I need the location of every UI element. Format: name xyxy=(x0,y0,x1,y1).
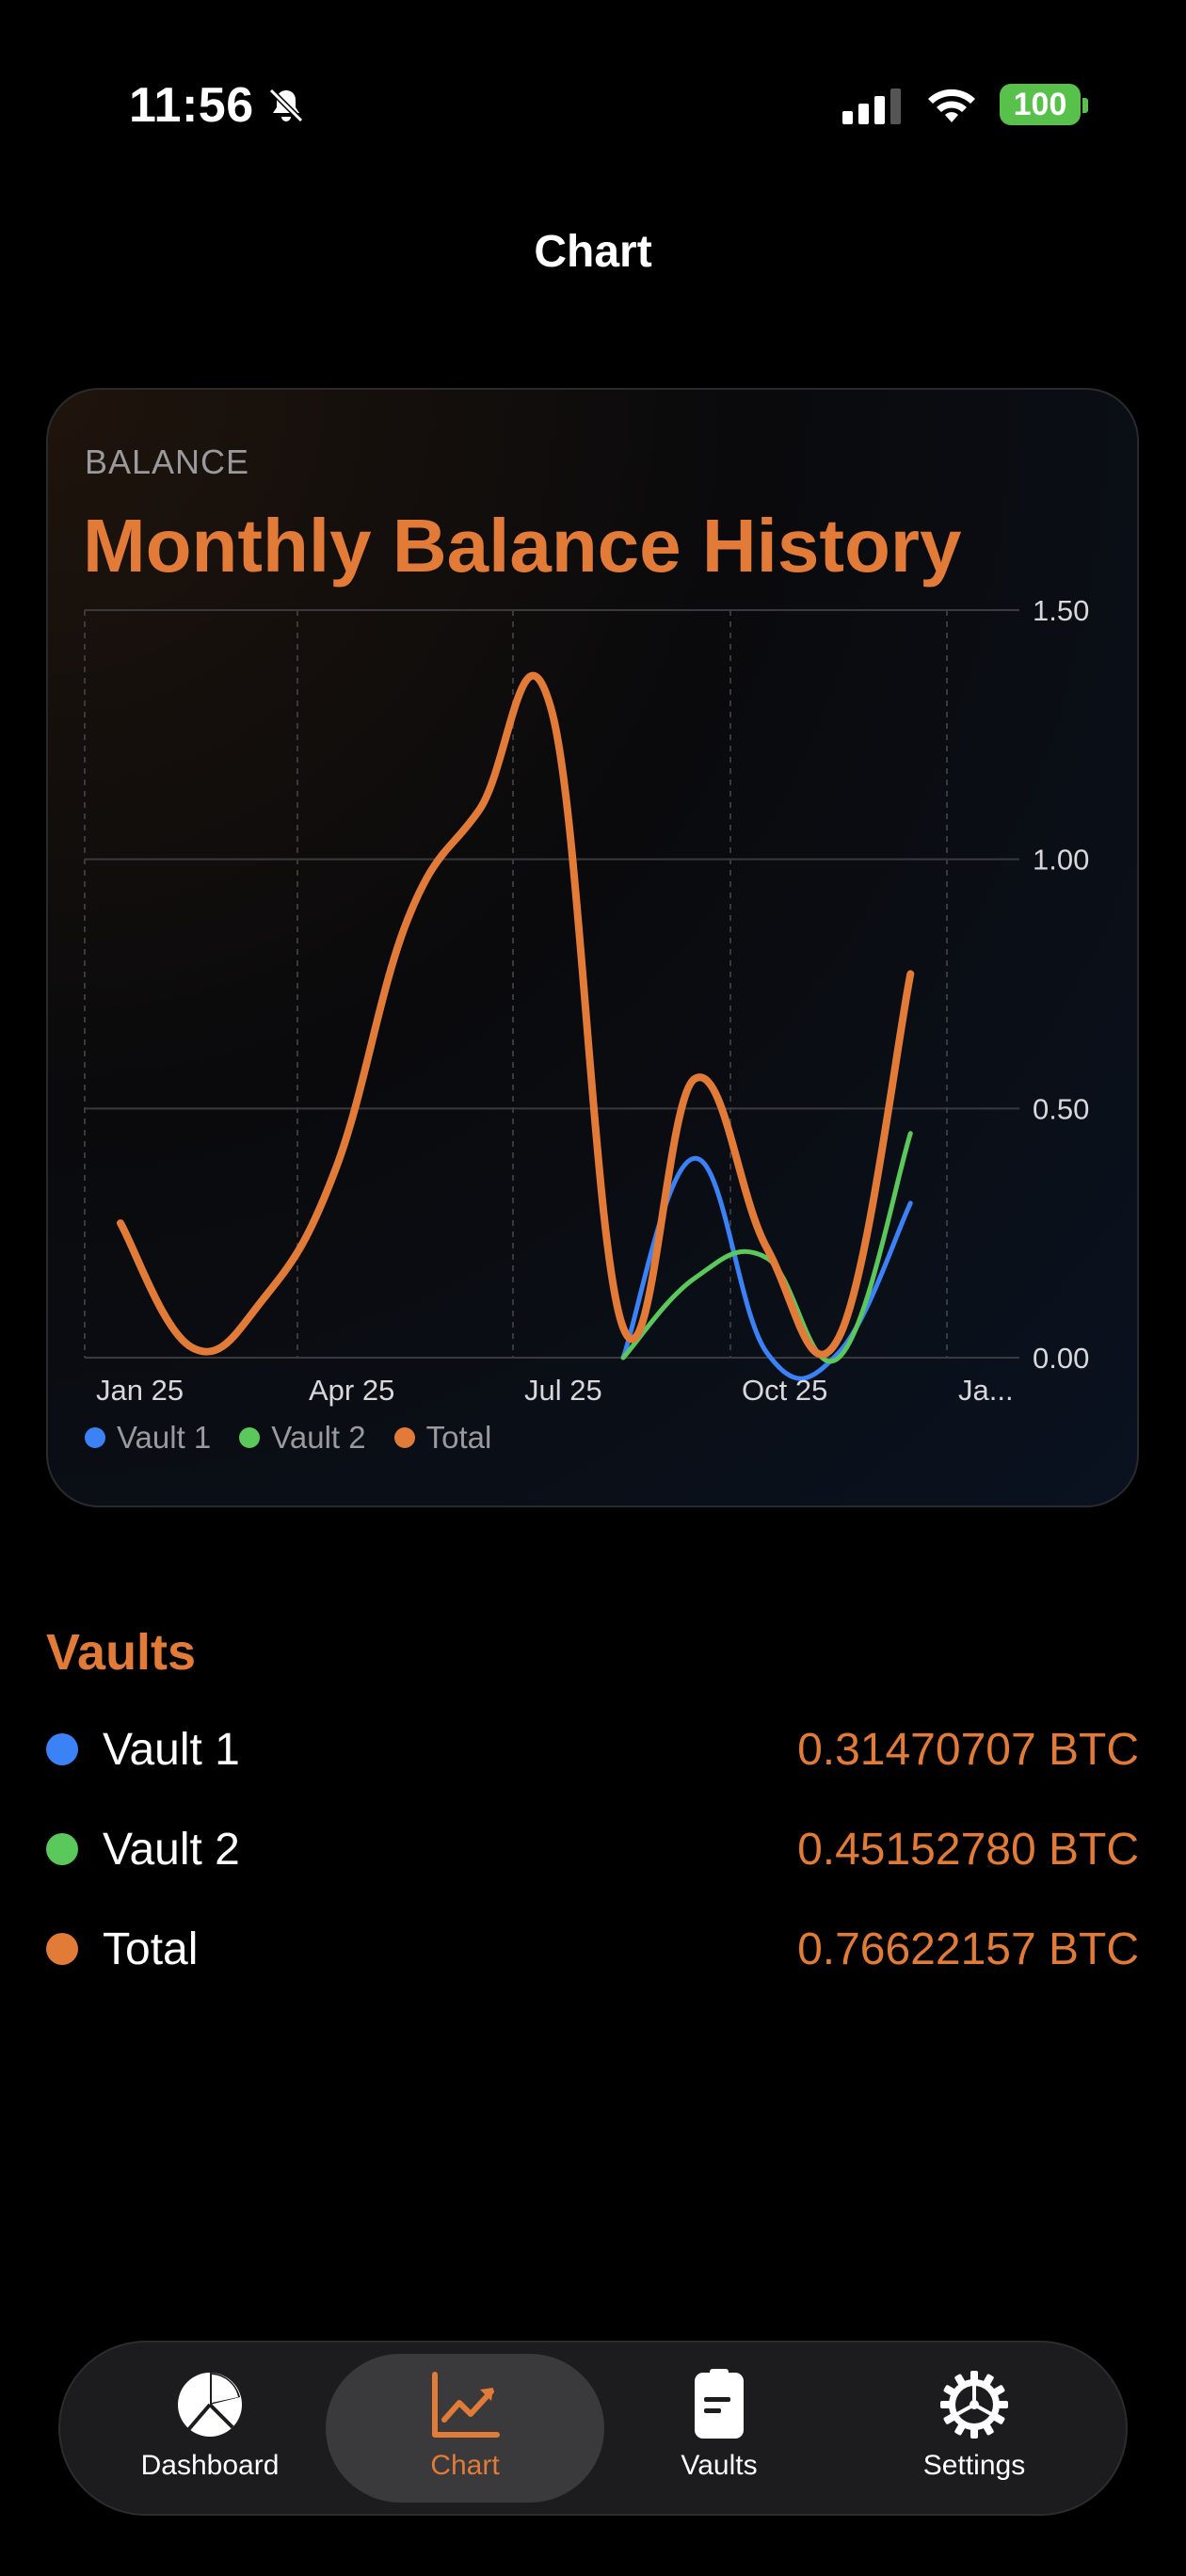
tab-vaults[interactable]: Vaults xyxy=(592,2369,846,2501)
x-tick-label: Oct 25 xyxy=(742,1374,827,1407)
vault-name: Vault 1 xyxy=(103,1724,240,1775)
document-icon xyxy=(695,2369,744,2439)
tab-label: Chart xyxy=(430,2450,500,2481)
vault-balance: 0.31470707 BTC xyxy=(797,1724,1139,1775)
legend-label: Vault 2 xyxy=(271,1420,366,1455)
tab-settings[interactable]: Settings xyxy=(847,2369,1101,2501)
vault-row[interactable]: Total 0.76622157 BTC xyxy=(46,1916,1139,1982)
vault-color-dot xyxy=(46,1733,78,1765)
y-tick-label: 0.50 xyxy=(1033,1092,1089,1125)
tab-label: Dashboard xyxy=(140,2450,280,2481)
legend-dot xyxy=(239,1427,261,1448)
y-tick-label: 1.50 xyxy=(1033,594,1089,627)
tab-chart[interactable]: Chart xyxy=(338,2369,592,2501)
legend-dot xyxy=(85,1427,105,1448)
x-tick-label: Ja... xyxy=(958,1374,1014,1407)
vault-color-dot xyxy=(46,1933,78,1965)
vault-name: Total xyxy=(103,1924,199,1974)
legend-item: Vault 1 xyxy=(85,1420,211,1456)
tab-label: Vaults xyxy=(681,2450,758,2481)
y-tick-label: 1.00 xyxy=(1033,844,1089,877)
tab-label: Settings xyxy=(922,2450,1026,2481)
chart-legend: Vault 1 Vault 2 Total xyxy=(85,1420,491,1456)
vault-row[interactable]: Vault 2 0.45152780 BTC xyxy=(46,1816,1139,1882)
legend-label: Total xyxy=(425,1420,492,1455)
y-tick-label: 0.00 xyxy=(1033,1342,1089,1375)
pie-chart-icon xyxy=(178,2373,242,2437)
legend-item: Vault 2 xyxy=(239,1420,366,1456)
legend-dot xyxy=(393,1427,415,1448)
balance-chart[interactable]: 0.00 0.50 1.00 1.50 Jan 25 Apr 25 Jul 25 Oct 25… xyxy=(0,0,1186,2576)
vault-color-dot xyxy=(46,1833,78,1865)
gear-icon xyxy=(940,2371,1008,2439)
vault-row[interactable]: Vault 1 0.31470707 BTC xyxy=(46,1716,1139,1782)
vault-balance: 0.45152780 BTC xyxy=(797,1824,1139,1875)
vaults-heading: Vaults xyxy=(46,1624,197,1681)
line-chart-icon xyxy=(432,2372,500,2438)
vault-name: Vault 2 xyxy=(103,1824,240,1875)
tab-dashboard[interactable]: Dashboard xyxy=(83,2369,337,2501)
x-tick-label: Apr 25 xyxy=(309,1374,394,1407)
legend-label: Vault 1 xyxy=(117,1420,212,1455)
vault-balance: 0.76622157 BTC xyxy=(797,1924,1139,1974)
x-tick-label: Jul 25 xyxy=(524,1374,602,1407)
x-tick-label: Jan 25 xyxy=(96,1374,184,1407)
series-line-total xyxy=(117,671,915,1359)
legend-item: Total xyxy=(393,1420,492,1456)
